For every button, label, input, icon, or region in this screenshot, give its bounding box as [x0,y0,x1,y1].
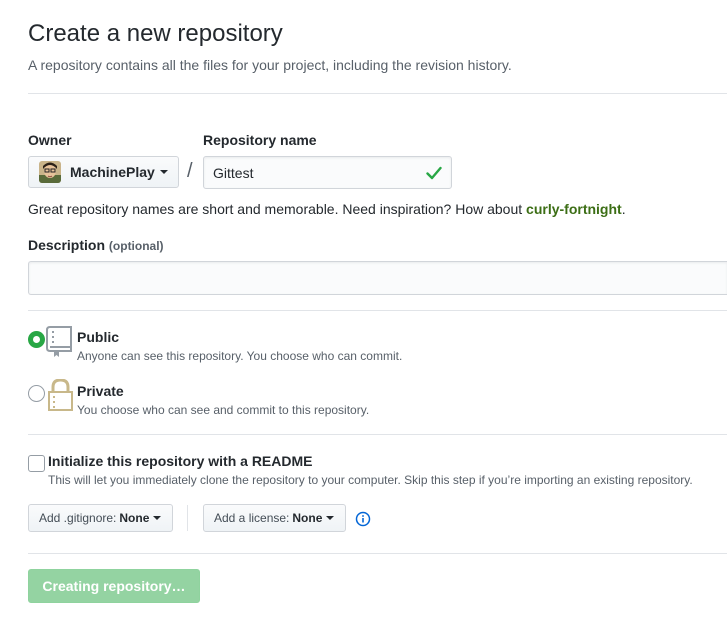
check-icon [426,166,442,180]
readme-title: Initialize this repository with a README [48,453,313,469]
page-title: Create a new repository [28,20,283,47]
select-divider [187,505,188,531]
public-description: Anyone can see this repository. You choo… [77,349,403,363]
public-radio[interactable] [28,331,45,348]
readme-description: This will let you immediately clone the … [48,473,693,487]
user-avatar-icon [39,161,61,183]
info-icon[interactable] [355,511,371,527]
private-description: You choose who can see and commit to thi… [77,403,370,417]
repo-name-hint: Great repository names are short and mem… [28,201,626,217]
name-suggestion-link[interactable]: curly-fortnight [526,201,622,217]
create-repository-button[interactable]: Creating repository… [28,569,200,603]
repo-book-icon [46,326,72,357]
caret-down-icon [153,516,162,520]
description-input[interactable] [28,261,727,295]
lock-icon [48,379,73,411]
gitignore-prefix: Add .gitignore: [39,511,117,525]
gitignore-select-button[interactable]: Add .gitignore: None [28,504,173,532]
description-divider [28,310,727,311]
license-value: None [292,511,323,525]
owner-label: Owner [28,132,72,148]
description-label-text: Description [28,237,106,253]
readme-checkbox[interactable] [28,455,45,472]
public-title: Public [77,329,120,345]
license-prefix: Add a license: [214,511,290,525]
owner-repo-separator: / [187,160,193,182]
hint-text: Great repository names are short and mem… [28,201,527,217]
visibility-divider [28,434,727,435]
page-subtitle: A repository contains all the files for … [28,57,512,73]
caret-down-icon [159,170,168,174]
options-divider [28,553,727,554]
caret-down-icon [326,516,335,520]
private-radio[interactable] [28,385,45,402]
header-divider [28,93,727,94]
owner-name: MachinePlay [70,164,155,180]
gitignore-value: None [119,511,150,525]
hint-suffix: . [621,201,626,217]
license-select-button[interactable]: Add a license: None [203,504,346,532]
repo-name-input[interactable] [203,156,452,189]
owner-dropdown-button[interactable]: MachinePlay [28,156,179,188]
optional-tag: (optional) [108,239,164,253]
repo-name-label: Repository name [203,132,317,148]
description-label: Description (optional) [28,237,164,253]
private-title: Private [77,383,124,399]
